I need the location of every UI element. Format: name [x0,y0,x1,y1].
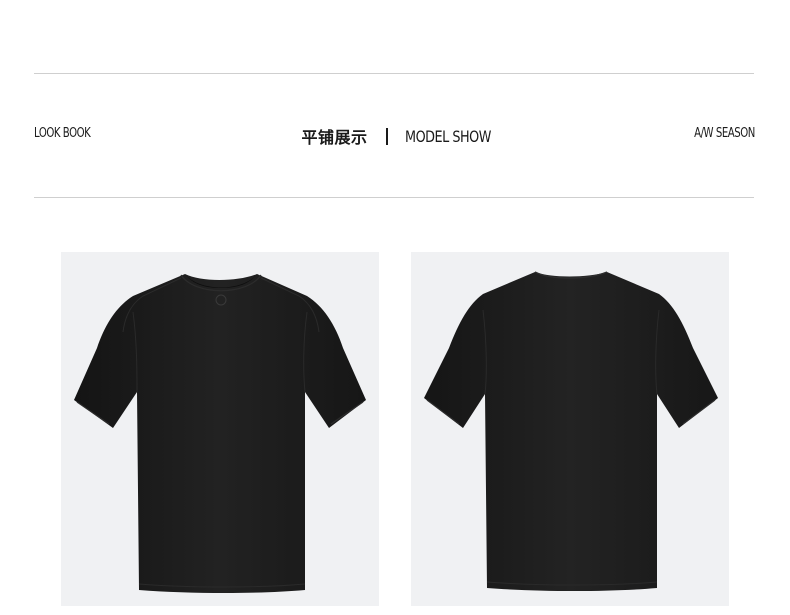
tshirt-front-icon [74,274,366,593]
bottom-divider [34,197,754,198]
section-title-en: MODEL SHOW [404,126,491,146]
season-label: A/W SEASON [694,126,755,141]
title-divider [385,127,388,145]
product-photo-front [61,252,379,606]
section-title-cn: 平铺展示 [301,128,368,147]
section-title: 平铺展示 MODEL SHOW [0,124,790,148]
top-divider [34,73,754,74]
product-photo-back [411,252,729,606]
tshirt-back-icon [424,271,718,591]
